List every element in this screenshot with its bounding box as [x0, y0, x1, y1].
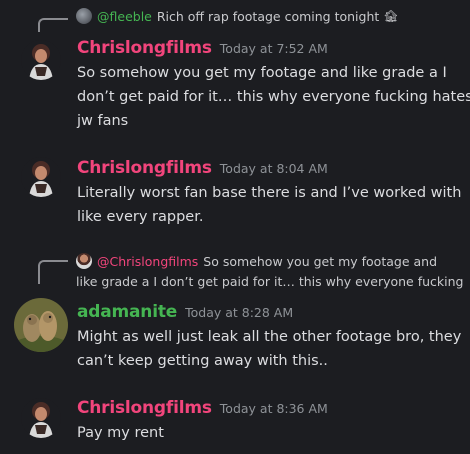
username[interactable]: Chrislongfilms: [77, 398, 212, 418]
timestamp: Today at 8:04 AM: [219, 161, 328, 176]
house-emoji-icon: 🏚: [383, 9, 399, 23]
reply-mention[interactable]: @fleeble: [97, 9, 152, 24]
username[interactable]: adamanite: [77, 302, 177, 322]
username[interactable]: Chrislongfilms: [77, 38, 212, 58]
reply-text: Rich off rap footage coming tonight: [156, 8, 380, 24]
message: Chrislongfilms Today at 8:04 AM Literall…: [77, 158, 462, 229]
reply-mention[interactable]: @Chrislongfilms: [97, 254, 198, 269]
message: Chrislongfilms Today at 7:52 AM So someh…: [77, 38, 470, 133]
message-line: So somehow you get my footage and like g…: [77, 65, 447, 81]
chrislongfilms-avatar-icon: [21, 157, 61, 197]
adamanite-avatar-icon: [14, 298, 68, 352]
message-line: Might as well just leak all the other fo…: [77, 329, 462, 345]
message-content: Might as well just leak all the other fo…: [77, 325, 462, 373]
message: Chrislongfilms Today at 8:36 AM Pay my r…: [77, 398, 460, 445]
message-line: don’t get paid for it… this why everyone…: [77, 89, 470, 105]
message-content: Literally worst fan base there is and I’…: [77, 181, 462, 229]
message-line: jw fans: [77, 113, 129, 129]
chrislongfilms-reply-avatar: [76, 253, 92, 269]
chrislongfilms-avatar-icon: [21, 398, 61, 438]
reply-connector: [38, 260, 68, 284]
reply-preview[interactable]: @Chrislongfilms So somehow you get my foo…: [76, 252, 463, 292]
reply-preview[interactable]: @fleeble Rich off rap footage coming ton…: [76, 8, 399, 24]
reply-connector: [38, 18, 68, 32]
timestamp: Today at 7:52 AM: [219, 41, 328, 56]
message-line: Pay my rent: [77, 425, 164, 441]
avatar[interactable]: [21, 157, 61, 197]
message-line: like every rapper.: [77, 209, 204, 225]
message-content: Pay my rent: [77, 421, 460, 445]
timestamp: Today at 8:36 AM: [219, 401, 328, 416]
timestamp: Today at 8:28 AM: [185, 305, 294, 320]
avatar[interactable]: [21, 40, 61, 80]
chrislongfilms-avatar-icon: [21, 40, 61, 80]
fleeble-avatar: [76, 8, 92, 24]
message-line: Literally worst fan base there is and I’…: [77, 185, 462, 201]
message-content: So somehow you get my footage and like g…: [77, 61, 470, 133]
avatar[interactable]: [21, 398, 61, 438]
message: adamanite Today at 8:28 AM Might as well…: [77, 302, 462, 373]
username[interactable]: Chrislongfilms: [77, 158, 212, 178]
avatar[interactable]: [14, 298, 68, 352]
reply-text-line: like grade a I don’t get paid for it… th…: [76, 274, 464, 289]
reply-text: So somehow you get my footage and: [203, 254, 438, 269]
message-line: can’t keep getting away with this..: [77, 353, 328, 369]
chat-log: @fleeble Rich off rap footage coming ton…: [0, 0, 470, 454]
